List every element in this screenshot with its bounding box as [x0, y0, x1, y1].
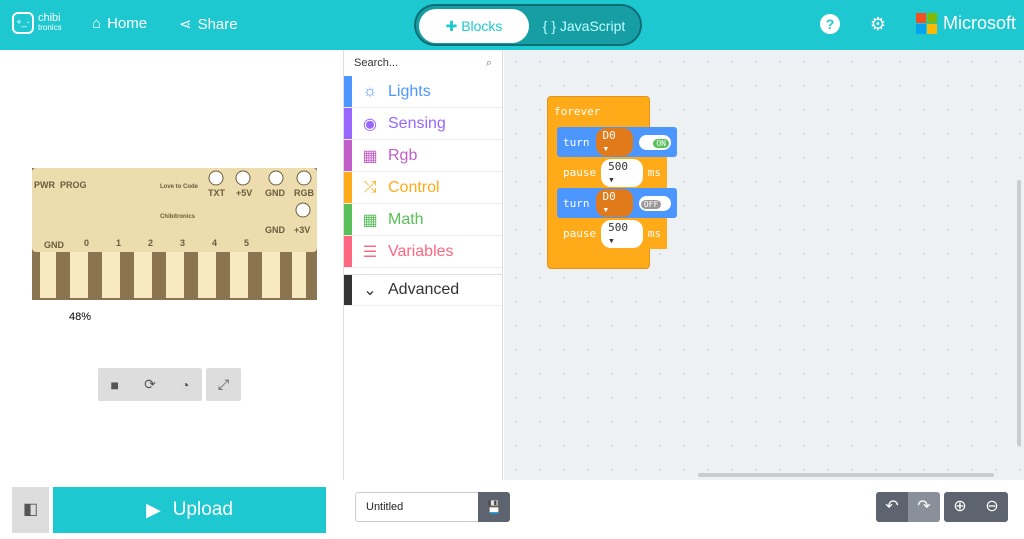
svg-text:PROG: PROG — [60, 180, 87, 190]
fullscreen-icon: ⤢ — [217, 376, 230, 392]
list-icon: ☰ — [362, 243, 378, 261]
ms-dropdown[interactable]: 500 ▾ — [601, 158, 643, 187]
svg-text:+5V: +5V — [236, 188, 252, 198]
turn-off-block[interactable]: turn D0 ▾ OFF — [557, 188, 677, 218]
zoom-out-button[interactable]: ⊖ — [976, 492, 1008, 522]
header: +_- chibi tronics ⌂ Home ⋖ Share ✚ Blocks { … — [0, 0, 1024, 50]
pin-dropdown[interactable]: D0 ▾ — [595, 189, 633, 217]
svg-text:GND: GND — [265, 188, 286, 198]
horizontal-scrollbar[interactable] — [698, 473, 994, 477]
svg-text:5: 5 — [244, 238, 249, 248]
category-sensing[interactable]: ◉ Sensing — [344, 108, 502, 140]
svg-text:TXT: TXT — [208, 188, 226, 198]
microsoft-squares-icon — [916, 13, 937, 34]
chibi-board[interactable]: PWR PROG Love to Code Chibitronics TXT +… — [0, 100, 343, 320]
category-variables[interactable]: ☰ Variables — [344, 236, 502, 268]
pause-block[interactable]: pause 500 ▾ ms — [557, 157, 667, 188]
help-icon[interactable]: ? — [820, 14, 840, 34]
svg-text:GND: GND — [44, 240, 65, 250]
tab-blocks[interactable]: ✚ Blocks — [419, 9, 529, 43]
on-off-toggle[interactable]: OFF — [638, 195, 671, 211]
svg-text:RGB: RGB — [294, 188, 315, 198]
collapse-sim-button[interactable]: ◧ — [12, 487, 49, 533]
turn-on-block[interactable]: turn D0 ▾ ON — [557, 127, 677, 157]
tab-javascript[interactable]: { } JavaScript — [534, 9, 634, 43]
project-name-input[interactable]: Untitled — [355, 492, 479, 522]
simulator-panel: PWR PROG Love to Code Chibitronics TXT +… — [0, 50, 343, 480]
undo-button[interactable]: ↶ — [876, 492, 908, 522]
calculator-icon: ▦ — [362, 211, 378, 229]
sim-controls: ■ ⟳ ◔ — [98, 368, 202, 401]
save-button[interactable]: 💾 — [478, 492, 510, 522]
upload-button[interactable]: ▶ Upload — [53, 487, 326, 533]
plus-icon: ⊕ — [953, 498, 967, 515]
stop-icon[interactable]: ■ — [111, 377, 119, 393]
target-icon: ◉ — [363, 115, 377, 133]
blocks-workspace[interactable]: forever turn D0 ▾ ON pause 500 ▾ ms turn D0 ▾… — [504, 50, 1024, 480]
svg-text:+3V: +3V — [294, 225, 310, 235]
redo-button[interactable]: ↷ — [908, 492, 940, 522]
redo-icon: ↷ — [917, 498, 931, 515]
svg-text:Chibitronics: Chibitronics — [160, 214, 196, 220]
category-lights[interactable]: ☼ Lights — [344, 76, 502, 108]
face-icon: +_- — [12, 12, 34, 34]
slow-mo-icon[interactable]: ◔ — [181, 377, 189, 393]
editor-toggle: ✚ Blocks { } JavaScript — [414, 4, 642, 46]
svg-text:2: 2 — [148, 238, 153, 248]
minus-icon: ⊖ — [985, 498, 999, 515]
category-advanced[interactable]: ⌄ Advanced — [344, 274, 502, 306]
search-icon: ⌕ — [485, 57, 492, 69]
toolbox: Search... ⌕ ☼ Lights ◉ Sensing ▦ Rgb ⤮ Contro… — [343, 50, 503, 480]
puzzle-icon: ✚ — [445, 18, 462, 34]
svg-text:PWR: PWR — [34, 180, 55, 190]
floppy-icon: 💾 — [486, 500, 502, 514]
shuffle-icon: ⤮ — [363, 178, 377, 196]
pause-block[interactable]: pause 500 ▾ ms — [557, 218, 667, 249]
chibitronics-logo[interactable]: +_- chibi tronics — [12, 12, 62, 34]
lightbulb-icon: ☼ — [362, 82, 378, 100]
ms-dropdown[interactable]: 500 ▾ — [601, 219, 643, 248]
collapse-icon: ◧ — [22, 501, 39, 518]
play-icon: ▶ — [146, 499, 161, 521]
search-input[interactable]: Search... ⌕ — [344, 50, 502, 76]
grid-icon: ▦ — [362, 147, 378, 165]
pin-dropdown[interactable]: D0 ▾ — [595, 128, 633, 156]
light-level-readout: 48% — [69, 311, 92, 323]
restart-icon[interactable]: ⟳ — [144, 376, 156, 393]
share-button[interactable]: ⋖ Share — [179, 15, 238, 34]
undo-icon: ↶ — [885, 498, 899, 515]
svg-text:4: 4 — [212, 238, 217, 248]
category-math[interactable]: ▦ Math — [344, 204, 502, 236]
svg-text:1: 1 — [116, 238, 121, 248]
svg-text:0: 0 — [84, 238, 89, 248]
microsoft-logo[interactable]: Microsoft — [916, 13, 1016, 34]
footer: ◧ ▶ Upload Untitled 💾 ↶ ↷ ⊕ ⊖ — [0, 480, 1024, 539]
share-icon: ⋖ — [179, 16, 192, 33]
svg-text:Love to Code: Love to Code — [160, 184, 199, 190]
home-button[interactable]: ⌂ Home — [92, 15, 147, 32]
fullscreen-button[interactable]: ⤢ — [206, 368, 241, 401]
category-rgb[interactable]: ▦ Rgb — [344, 140, 502, 172]
vertical-scrollbar[interactable] — [1017, 180, 1021, 446]
home-icon: ⌂ — [92, 15, 102, 32]
category-control[interactable]: ⤮ Control — [344, 172, 502, 204]
chevron-down-icon: ⌄ — [363, 282, 377, 299]
svg-text:GND: GND — [265, 225, 286, 235]
gear-icon[interactable]: ⚙ — [868, 14, 888, 34]
zoom-in-button[interactable]: ⊕ — [944, 492, 976, 522]
on-off-toggle[interactable]: ON — [638, 134, 671, 150]
braces-icon: { } — [542, 18, 560, 34]
svg-text:3: 3 — [180, 238, 185, 248]
